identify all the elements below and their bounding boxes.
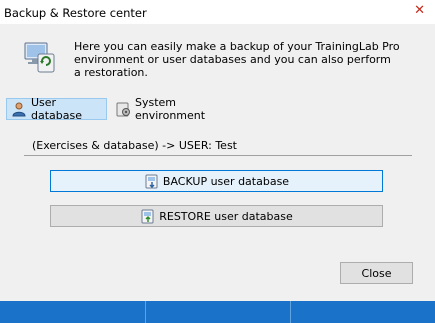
backup-button-label: BACKUP user database — [162, 174, 290, 188]
divider — [24, 155, 412, 156]
intro-line: Here you can easily make a backup of you… — [74, 40, 400, 53]
status-bar-separator — [290, 301, 291, 323]
backup-button[interactable]: BACKUP user database — [50, 170, 383, 192]
restore-button[interactable]: RESTORE user database — [50, 205, 383, 227]
window-title: Backup & Restore center — [4, 6, 147, 20]
intro-line: a restoration. — [74, 66, 148, 79]
user-icon — [12, 102, 26, 117]
close-button[interactable]: Close — [340, 262, 413, 284]
window-close-icon[interactable]: ✕ — [414, 4, 425, 18]
tab-label: User database — [31, 96, 82, 122]
database-backup-icon — [145, 174, 158, 189]
tab-system-environment[interactable]: System environment — [111, 96, 241, 122]
restore-button-label: RESTORE user database — [159, 209, 293, 223]
tab-user-database[interactable]: User database — [6, 96, 107, 122]
intro-text: Here you can easily make a backup of you… — [74, 40, 414, 79]
system-disk-icon — [116, 102, 130, 117]
status-bar — [0, 301, 435, 323]
database-restore-icon — [141, 209, 154, 224]
backup-computer-icon — [24, 42, 55, 73]
intro-line: environment or user databases and you ca… — [74, 53, 391, 66]
close-button-label: Close — [361, 266, 392, 280]
status-bar-separator — [145, 301, 146, 323]
current-user-label: (Exercises & database) -> USER: Test — [32, 139, 237, 152]
tab-label: System environment — [135, 96, 206, 122]
title-bar: Backup & Restore center ✕ — [0, 0, 435, 24]
